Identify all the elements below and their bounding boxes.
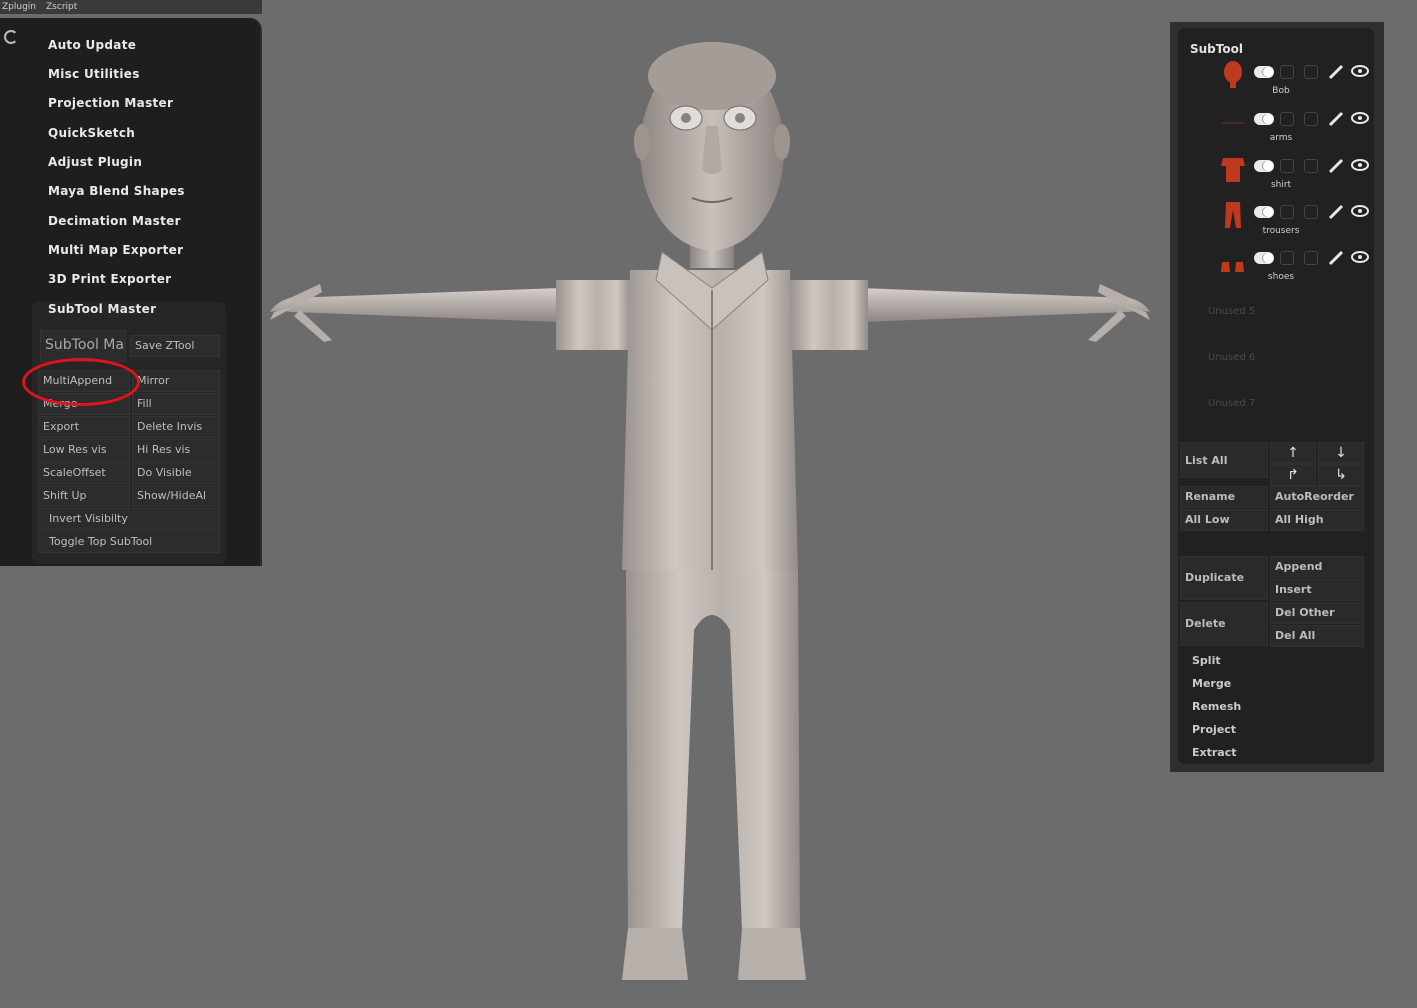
toggle-top-subtool-button[interactable]: Toggle Top SubTool — [38, 531, 220, 553]
move-down-arrow-icon[interactable]: ↓ — [1318, 442, 1364, 464]
plugin-quicksketch[interactable]: QuickSketch — [48, 126, 135, 140]
project-button[interactable]: Project — [1192, 723, 1236, 736]
subtool-name: Bob — [1272, 86, 1290, 96]
rename-button[interactable]: Rename — [1180, 486, 1268, 508]
brush-icon[interactable] — [1328, 250, 1344, 266]
del-other-button[interactable]: Del Other — [1270, 602, 1364, 624]
all-high-button[interactable]: All High — [1270, 509, 1364, 531]
right-sleeve — [790, 280, 868, 350]
subtool-palette: SubTool Bob arms shirt trousers shoes Un… — [1170, 22, 1384, 772]
menu-zplugin[interactable]: Zplugin — [2, 0, 36, 14]
trousers — [626, 570, 800, 930]
subtool-row[interactable]: trousers — [1188, 198, 1374, 242]
brush-icon[interactable] — [1328, 111, 1344, 127]
subtool-name: shirt — [1270, 180, 1292, 190]
subtool-name: trousers — [1262, 226, 1300, 236]
export-button[interactable]: Export — [38, 416, 130, 438]
plugin-misc-utilities[interactable]: Misc Utilities — [48, 67, 140, 81]
brush-icon[interactable] — [1328, 64, 1344, 80]
eye-icon[interactable] — [1350, 204, 1370, 218]
split-button[interactable]: Split — [1192, 654, 1221, 667]
list-all-button[interactable]: List All — [1180, 442, 1268, 478]
subtool-row[interactable]: shoes — [1188, 244, 1374, 288]
insert-button[interactable]: Insert — [1270, 579, 1364, 601]
fill-button[interactable]: Fill — [132, 393, 220, 415]
delete-button[interactable]: Delete — [1180, 602, 1268, 646]
right-shoe — [738, 928, 806, 980]
solo-toggle[interactable] — [1304, 251, 1318, 265]
plugin-adjust[interactable]: Adjust Plugin — [48, 155, 142, 169]
eye-icon[interactable] — [1350, 111, 1370, 125]
plugin-auto-update[interactable]: Auto Update — [48, 38, 136, 52]
auto-reorder-button[interactable]: AutoReorder — [1270, 486, 1364, 508]
subtool-title: SubTool — [1190, 42, 1243, 56]
hi-res-vis-button[interactable]: Hi Res vis — [132, 439, 220, 461]
plugin-subtool-master[interactable]: SubTool Master — [48, 302, 156, 316]
solo-toggle[interactable] — [1304, 205, 1318, 219]
annotation-circle — [22, 358, 140, 406]
menu-zscript[interactable]: Zscript — [46, 0, 77, 14]
extract-button[interactable]: Extract — [1192, 746, 1237, 759]
subtool-palette-inner: SubTool Bob arms shirt trousers shoes Un… — [1178, 28, 1374, 764]
move-to-top-arrow-icon[interactable]: ↱ — [1270, 464, 1316, 486]
polyframe-toggle[interactable] — [1280, 205, 1294, 219]
subtool-name: arms — [1269, 133, 1293, 143]
remesh-button[interactable]: Remesh — [1192, 700, 1241, 713]
unused-slot[interactable]: Unused 6 — [1208, 352, 1255, 363]
eye-icon[interactable] — [1350, 158, 1370, 172]
subtool-name: shoes — [1267, 272, 1295, 282]
all-low-button[interactable]: All Low — [1180, 509, 1268, 531]
scale-offset-button[interactable]: ScaleOffset — [38, 462, 130, 484]
invert-visibility-button[interactable]: Invert Visibilty — [38, 508, 220, 530]
top-menu-bar: Zplugin Zscript — [0, 0, 262, 14]
zbrush-window: Zplugin Zscript Auto Update Misc Utiliti… — [0, 0, 1417, 1008]
polyframe-toggle[interactable] — [1280, 251, 1294, 265]
move-up-arrow-icon[interactable]: ↑ — [1270, 442, 1316, 464]
unused-slot[interactable]: Unused 7 — [1208, 398, 1255, 409]
brush-icon[interactable] — [1328, 158, 1344, 174]
show-hide-all-button[interactable]: Show/HideAl — [132, 485, 220, 507]
unused-slot[interactable]: Unused 5 — [1208, 306, 1255, 317]
visibility-toggle[interactable] — [1254, 206, 1274, 218]
left-sleeve — [556, 280, 632, 350]
visibility-toggle[interactable] — [1254, 252, 1274, 264]
eye-icon[interactable] — [1350, 64, 1370, 78]
eye-icon[interactable] — [1350, 250, 1370, 264]
save-ztool-button[interactable]: Save ZTool — [130, 335, 220, 357]
character-model-viewport[interactable] — [250, 30, 1170, 990]
move-to-bottom-arrow-icon[interactable]: ↳ — [1318, 464, 1364, 486]
plugin-decimation-master[interactable]: Decimation Master — [48, 214, 181, 228]
subtool-row[interactable]: Bob — [1188, 58, 1374, 102]
polyframe-toggle[interactable] — [1280, 112, 1294, 126]
solo-toggle[interactable] — [1304, 65, 1318, 79]
plugin-projection-master[interactable]: Projection Master — [48, 96, 173, 110]
plugin-maya-blend-shapes[interactable]: Maya Blend Shapes — [48, 184, 185, 198]
polyframe-toggle[interactable] — [1280, 159, 1294, 173]
mirror-button[interactable]: Mirror — [132, 370, 220, 392]
left-shoe — [622, 928, 688, 980]
subtool-row[interactable]: shirt — [1188, 152, 1374, 196]
visibility-toggle[interactable] — [1254, 113, 1274, 125]
visibility-toggle[interactable] — [1254, 160, 1274, 172]
polyframe-toggle[interactable] — [1280, 65, 1294, 79]
subtool-row[interactable]: arms — [1188, 105, 1374, 149]
merge-button[interactable]: Merge — [1192, 677, 1231, 690]
shift-up-button[interactable]: Shift Up — [38, 485, 130, 507]
brush-icon[interactable] — [1328, 204, 1344, 220]
visibility-toggle[interactable] — [1254, 66, 1274, 78]
duplicate-button[interactable]: Duplicate — [1180, 556, 1268, 600]
append-button[interactable]: Append — [1270, 556, 1364, 578]
low-res-vis-button[interactable]: Low Res vis — [38, 439, 130, 461]
do-visible-button[interactable]: Do Visible — [132, 462, 220, 484]
plugin-multi-map-exporter[interactable]: Multi Map Exporter — [48, 243, 183, 257]
solo-toggle[interactable] — [1304, 159, 1318, 173]
plugin-3d-print-exporter[interactable]: 3D Print Exporter — [48, 272, 171, 286]
refresh-icon[interactable] — [4, 30, 18, 44]
solo-toggle[interactable] — [1304, 112, 1318, 126]
delete-invis-button[interactable]: Delete Invis — [132, 416, 220, 438]
del-all-button[interactable]: Del All — [1270, 625, 1364, 647]
